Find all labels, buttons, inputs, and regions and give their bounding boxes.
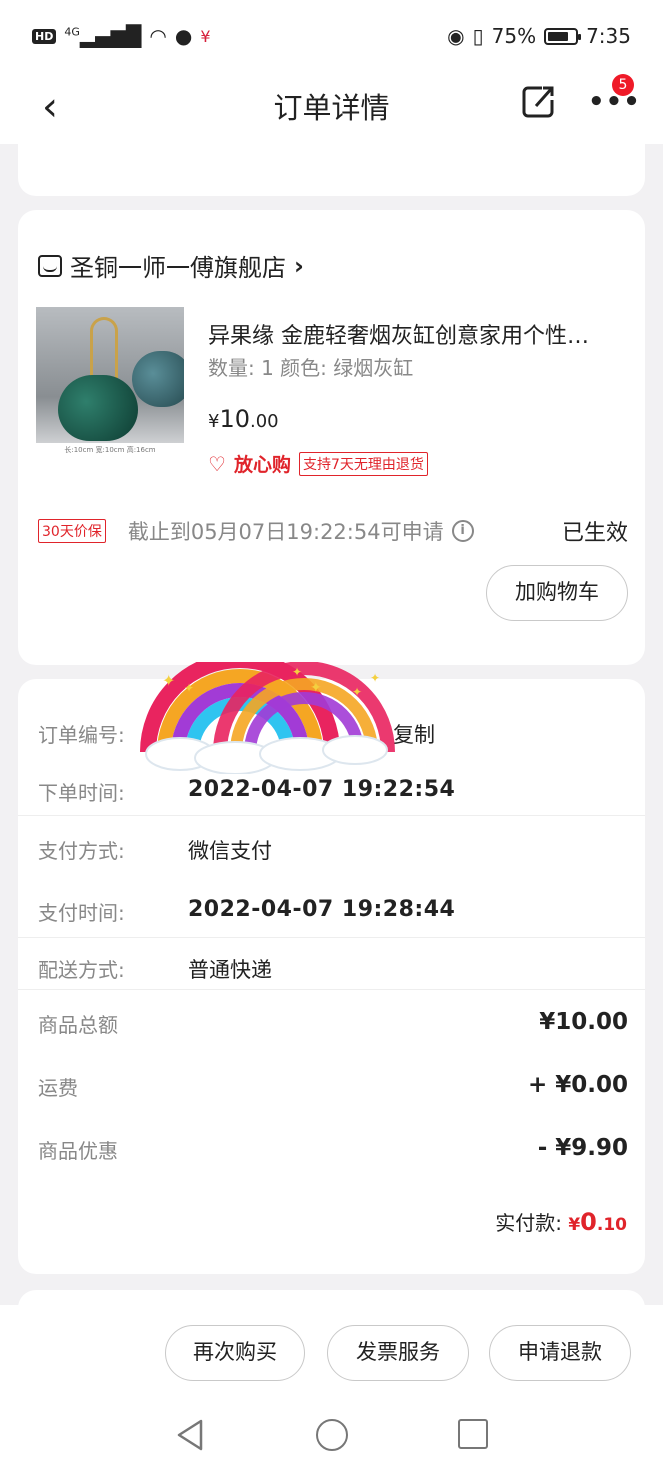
pay-method-label: 支付方式: — [38, 839, 125, 863]
product-title[interactable]: 异果缘 金鹿轻奢烟灰缸创意家用个性… — [208, 318, 628, 350]
assurance-label: 放心购 — [233, 454, 291, 476]
svg-text:✦: ✦ — [184, 681, 194, 695]
eye-icon: ◉ — [447, 24, 465, 48]
product-image-bowl — [58, 375, 138, 441]
rainbow-sticker: ✦ ✦ ✦ ✦ ✦ ✦ — [140, 662, 395, 774]
battery-percent: 75% — [491, 24, 537, 48]
product-image-deer — [90, 317, 118, 379]
price-symbol: ¥ — [208, 411, 220, 432]
battery-icon — [544, 27, 582, 45]
product-image[interactable]: 长:10cm 宽:10cm 高:16cm — [36, 307, 184, 457]
pay-method-value: 微信支付 — [188, 839, 272, 863]
system-back-icon[interactable] — [175, 1417, 205, 1453]
info-icon[interactable]: i — [451, 520, 474, 542]
assurance-row: ♡ 放心购 支持7天无理由退货 — [208, 450, 428, 477]
system-recents-icon[interactable] — [458, 1419, 488, 1449]
svg-text:✦: ✦ — [162, 671, 175, 690]
price-protection-text: 截止到05月07日19:22:54可申请 — [127, 520, 444, 544]
svg-text:✦: ✦ — [352, 685, 362, 699]
signal-icon: 4G▂▄▆█ — [64, 24, 142, 48]
discount-value: - ¥9.90 — [537, 1135, 628, 1161]
address-card — [18, 130, 645, 196]
paid-int: 0 — [580, 1208, 597, 1236]
heart-shield-icon: ♡ — [208, 451, 226, 476]
network-type: 4G — [64, 25, 80, 39]
divider — [18, 937, 645, 938]
system-home-icon[interactable] — [316, 1419, 348, 1451]
price-protection-status: 已生效 — [561, 521, 628, 546]
action-bar: 再次购买 发票服务 申请退款 — [0, 1305, 663, 1405]
delivery-label: 配送方式: — [38, 958, 125, 982]
share-icon[interactable] — [520, 84, 556, 120]
status-right: ◉ ▯ 75% 7:35 — [447, 24, 631, 48]
order-time-value: 2022-04-07 19:22:54 — [188, 777, 456, 802]
return-policy-tag: 支持7天无理由退货 — [298, 451, 428, 476]
svg-text:✦: ✦ — [370, 671, 380, 685]
notification-badge: 5 — [612, 74, 634, 96]
pay-time-label: 支付时间: — [38, 901, 125, 925]
price-protection-tag: 30天价保 — [38, 519, 106, 543]
price-int: 10 — [219, 405, 250, 433]
goods-total-value: ¥10.00 — [539, 1009, 628, 1035]
order-number-label: 订单编号: — [38, 723, 125, 747]
status-bar: HD 4G▂▄▆█ ◠ ● ¥ ◉ ▯ 75% 7:35 — [0, 0, 663, 72]
hd-icon: HD — [32, 28, 57, 44]
refund-button[interactable]: 申请退款 — [489, 1325, 631, 1381]
shop-name: 圣铜一师一傅旗舰店 — [70, 254, 286, 282]
divider — [18, 815, 645, 816]
pay-time-value: 2022-04-07 19:28:44 — [188, 897, 456, 922]
rebuy-button[interactable]: 再次购买 — [165, 1325, 305, 1381]
vibrate-icon: ▯ — [472, 24, 484, 48]
paid-dec: .10 — [596, 1215, 627, 1235]
paid-total: 实付款: ¥0.10 — [495, 1207, 627, 1236]
paid-amount: ¥0.10 — [568, 1208, 627, 1236]
svg-text:✦: ✦ — [310, 680, 322, 696]
price-dec: .00 — [250, 411, 279, 432]
battery-level — [548, 31, 568, 41]
product-spec: 数量: 1 颜色: 绿烟灰缸 — [208, 356, 414, 380]
divider — [18, 989, 645, 990]
product-price: ¥10.00 — [208, 405, 279, 433]
price-protection-row: 30天价保 截止到05月07日19:22:54可申请 i 已生效 — [38, 516, 628, 546]
paid-label: 实付款: — [495, 1211, 562, 1235]
goods-total-label: 商品总额 — [38, 1013, 118, 1037]
add-to-cart-button[interactable]: 加购物车 — [486, 565, 628, 621]
shipping-label: 运费 — [38, 1076, 78, 1100]
order-time-label: 下单时间: — [38, 781, 125, 805]
status-left: HD 4G▂▄▆█ ◠ ● ¥ — [32, 24, 211, 48]
shop-card: 圣铜一师一傅旗舰店 › 长:10cm 宽:10cm 高:16cm 异果缘 金鹿轻… — [18, 210, 645, 665]
app-notification-icon: ¥ — [200, 26, 211, 46]
chevron-right-icon: › — [294, 251, 304, 280]
wifi-icon: ◠ — [149, 24, 167, 48]
store-icon — [38, 254, 62, 277]
delivery-value: 普通快递 — [188, 958, 272, 982]
wechat-icon: ● — [174, 24, 193, 48]
product-image-caption: 长:10cm 宽:10cm 高:16cm — [36, 443, 184, 457]
svg-text:✦: ✦ — [292, 665, 302, 679]
page-title: 订单详情 — [273, 91, 390, 125]
paid-symbol: ¥ — [568, 1215, 581, 1235]
system-nav-bar — [0, 1405, 663, 1467]
product-image-bowl-back — [132, 351, 184, 407]
discount-label: 商品优惠 — [38, 1139, 118, 1163]
shop-header[interactable]: 圣铜一师一傅旗舰店 › — [38, 248, 304, 283]
invoice-button[interactable]: 发票服务 — [327, 1325, 469, 1381]
clock: 7:35 — [586, 24, 631, 48]
shipping-value: + ¥0.00 — [527, 1072, 628, 1098]
